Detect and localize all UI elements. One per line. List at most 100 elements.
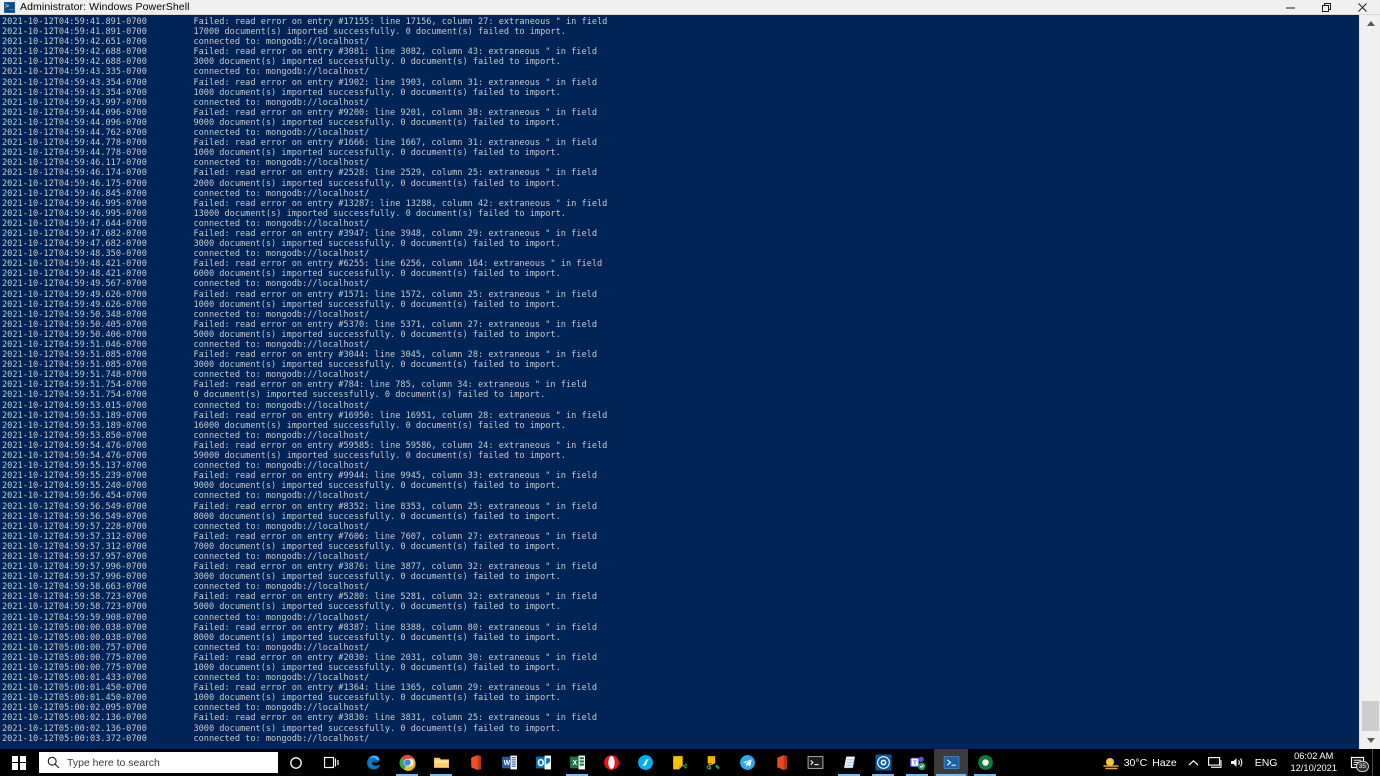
taskbar-item-office-365[interactable] — [764, 749, 798, 776]
console-line-message: connected to: mongodb://localhost/ — [193, 521, 370, 532]
action-center-button[interactable]: 35 — [1344, 749, 1372, 776]
console-line: 2021-10-12T04:59:51.085-0700 3000 docume… — [2, 360, 1358, 370]
console-scrollbar[interactable] — [1359, 15, 1380, 749]
console-line: 2021-10-12T04:59:55.137-0700 connected t… — [2, 461, 1358, 471]
console-line-message: Failed: read error on entry #3947: line … — [193, 228, 597, 239]
console-line: 2021-10-12T04:59:51.748-0700 connected t… — [2, 370, 1358, 380]
scrollbar-thumb[interactable] — [1362, 701, 1379, 731]
console-line-timestamp: 2021-10-12T04:59:43.354-0700 — [2, 77, 194, 88]
console-line: 2021-10-12T05:00:03.372-0700 connected t… — [2, 734, 1358, 744]
console-line-message: connected to: mongodb://localhost/ — [193, 673, 370, 684]
console-line: 2021-10-12T04:59:43.354-0700 Failed: rea… — [2, 78, 1358, 88]
console-line: 2021-10-12T04:59:57.228-0700 connected t… — [2, 522, 1358, 532]
console-line: 2021-10-12T05:00:00.775-0700 Failed: rea… — [2, 653, 1358, 663]
taskbar-item-telegram[interactable] — [730, 749, 764, 776]
network-icon — [1208, 757, 1222, 768]
taskbar-item-vivaldi[interactable] — [968, 749, 1002, 776]
console-line: 2021-10-12T04:59:42.651-0700 connected t… — [2, 37, 1358, 47]
taskbar-app-list: W X T — [356, 749, 1002, 776]
console-line-message: 16000 document(s) imported successfully.… — [193, 420, 566, 431]
task-view-button[interactable] — [314, 749, 350, 776]
taskbar-item-microsoft-outlook[interactable] — [526, 749, 560, 776]
search-placeholder: Type here to search — [67, 756, 160, 769]
console-line-message: connected to: mongodb://localhost/ — [193, 188, 370, 199]
console-line-message: connected to: mongodb://localhost/ — [193, 249, 370, 260]
console-line-message: connected to: mongodb://localhost/ — [193, 128, 370, 139]
console-line-timestamp: 2021-10-12T05:00:02.136-0700 — [2, 723, 194, 734]
console-line: 2021-10-12T04:59:44.096-0700 9000 docume… — [2, 118, 1358, 128]
taskbar-item-snip-and-sketch[interactable] — [696, 749, 730, 776]
console-line-timestamp: 2021-10-12T04:59:44.096-0700 — [2, 117, 194, 128]
minimize-button[interactable] — [1272, 0, 1308, 15]
console-line-message: connected to: mongodb://localhost/ — [193, 461, 370, 472]
console-line-timestamp: 2021-10-12T05:00:00.038-0700 — [2, 632, 194, 643]
console-line: 2021-10-12T05:00:01.450-0700 Failed: rea… — [2, 683, 1358, 693]
taskbar-item-windows-powershell[interactable] — [934, 749, 968, 776]
windows-taskbar: Type here to search W X T 30°C Haze ENG … — [0, 749, 1380, 776]
taskbar-item-microsoft-office[interactable] — [458, 749, 492, 776]
console-line-timestamp: 2021-10-12T04:59:57.996-0700 — [2, 562, 194, 573]
console-line: 2021-10-12T05:00:02.095-0700 connected t… — [2, 703, 1358, 713]
taskbar-item-skype[interactable] — [628, 749, 662, 776]
clock-time: 06:02 AM — [1294, 751, 1334, 761]
window-titlebar[interactable]: Administrator: Windows PowerShell — [0, 0, 1380, 15]
console-line: 2021-10-12T05:00:02.136-0700 Failed: rea… — [2, 713, 1358, 723]
console-line-timestamp: 2021-10-12T04:59:41.891-0700 — [2, 17, 194, 27]
console-line: 2021-10-12T04:59:43.997-0700 connected t… — [2, 98, 1358, 108]
console-line-timestamp: 2021-10-12T04:59:46.174-0700 — [2, 168, 194, 179]
weather-condition: Haze — [1152, 756, 1177, 769]
close-button[interactable] — [1344, 0, 1380, 15]
tray-overflow-button[interactable] — [1183, 749, 1205, 776]
weather-widget[interactable]: 30°C Haze — [1099, 749, 1183, 776]
taskbar-item-command-prompt[interactable] — [798, 749, 832, 776]
console-line-message: Failed: read error on entry #59585: line… — [193, 440, 608, 451]
taskbar-item-sticky-notes[interactable] — [662, 749, 696, 776]
scroll-up-arrow-icon[interactable] — [1360, 15, 1380, 32]
excel-icon: X — [569, 755, 585, 770]
taskbar-item-opera[interactable] — [594, 749, 628, 776]
console-line-message: 3000 document(s) imported successfully. … — [193, 360, 561, 371]
powershell-icon — [4, 1, 15, 13]
powershell-console[interactable]: 2021-10-12T04:59:41.891-0700 Failed: rea… — [0, 15, 1380, 749]
start-button[interactable] — [0, 749, 38, 776]
taskbar-item-microsoft-edge[interactable] — [356, 749, 390, 776]
search-input[interactable]: Type here to search — [39, 752, 278, 773]
outlook-icon — [535, 755, 551, 770]
console-line-timestamp: 2021-10-12T04:59:51.046-0700 — [2, 340, 194, 350]
taskbar-item-microsoft-word[interactable]: W — [492, 749, 526, 776]
powershell-icon — [943, 756, 959, 769]
language-indicator[interactable]: ENG — [1249, 749, 1284, 776]
clock-date: 12/10/2021 — [1290, 762, 1337, 773]
console-line-message: Failed: read error on entry #1364: line … — [193, 683, 597, 694]
taskbar-item-file-explorer[interactable] — [424, 749, 458, 776]
taskbar-item-microsoft-excel[interactable]: X — [560, 749, 594, 776]
opera-icon — [603, 755, 619, 770]
console-line: 2021-10-12T04:59:54.476-0700 Failed: rea… — [2, 441, 1358, 451]
console-line-message: 1000 document(s) imported successfully. … — [193, 148, 561, 159]
console-line: 2021-10-12T05:00:02.136-0700 3000 docume… — [2, 724, 1358, 734]
console-line: 2021-10-12T04:59:49.626-0700 1000 docume… — [2, 300, 1358, 310]
taskbar-item-mongodb-compass[interactable] — [866, 749, 900, 776]
show-desktop-button[interactable] — [1372, 749, 1378, 776]
window-controls — [1272, 0, 1380, 15]
console-line-message: 6000 document(s) imported successfully. … — [193, 269, 561, 280]
taskbar-item-microsoft-teams[interactable]: T — [900, 749, 934, 776]
console-line-message: Failed: read error on entry #2528: line … — [193, 168, 597, 179]
taskbar-item-notepad[interactable] — [832, 749, 866, 776]
console-line-timestamp: 2021-10-12T04:59:51.748-0700 — [2, 370, 194, 381]
snip-sketch-icon — [706, 756, 720, 770]
clock[interactable]: 06:02 AM 12/10/2021 — [1283, 749, 1344, 776]
console-line-timestamp: 2021-10-12T04:59:46.995-0700 — [2, 208, 194, 219]
network-button[interactable] — [1205, 749, 1227, 776]
taskbar-item-google-chrome[interactable] — [390, 749, 424, 776]
maximize-restore-button[interactable] — [1308, 0, 1344, 15]
cortana-button[interactable] — [278, 749, 314, 776]
sticky-note-icon — [672, 756, 687, 770]
console-line-timestamp: 2021-10-12T04:59:51.085-0700 — [2, 350, 194, 361]
scroll-down-arrow-icon[interactable] — [1360, 732, 1380, 749]
console-line: 2021-10-12T04:59:55.240-0700 9000 docume… — [2, 481, 1358, 491]
console-line-timestamp: 2021-10-12T05:00:02.095-0700 — [2, 703, 194, 714]
volume-button[interactable] — [1227, 749, 1249, 776]
console-line: 2021-10-12T05:00:00.757-0700 connected t… — [2, 643, 1358, 653]
console-line-message: 3000 document(s) imported successfully. … — [193, 723, 561, 734]
